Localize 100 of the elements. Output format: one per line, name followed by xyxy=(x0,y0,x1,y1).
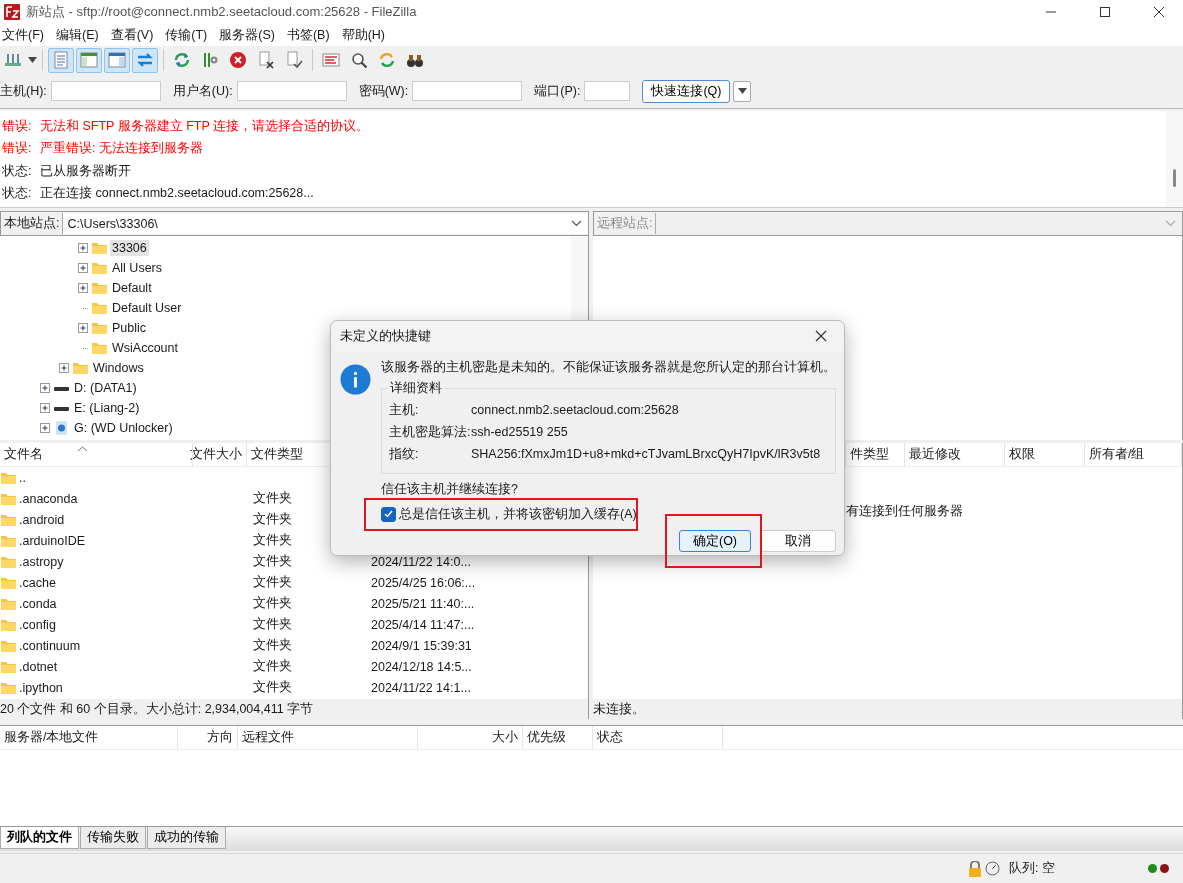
menu-item[interactable]: 传输(T) xyxy=(163,26,214,44)
menu-item[interactable]: 书签(B) xyxy=(284,26,336,44)
column-header[interactable]: 服务器/本地文件 xyxy=(0,726,178,749)
file-type: 文件夹 xyxy=(253,532,292,549)
folder-icon xyxy=(91,341,108,355)
file-name[interactable]: .config xyxy=(19,617,56,632)
tree-item[interactable]: Default xyxy=(110,280,154,296)
column-header[interactable]: 远程文件 xyxy=(238,726,418,749)
dropdown-button[interactable] xyxy=(733,80,752,102)
detail-label: 主机: xyxy=(389,402,420,418)
log-label: 状态: xyxy=(2,185,33,203)
detail-value: SHA256:fXmxJm1D+u8+mkd+cTJvamLBrxcQyH7IpvK/lR3v5t8 xyxy=(471,446,821,462)
path-combobox[interactable]: C:\Users\33306\ xyxy=(62,213,588,234)
file-modified: 2025/5/21 11:40:... xyxy=(371,596,475,611)
column-header[interactable]: 大小 xyxy=(418,726,523,749)
file-name[interactable]: .ipython xyxy=(19,680,63,695)
column-header[interactable]: 所有者/组 xyxy=(1085,443,1182,466)
column-header[interactable]: 方向 xyxy=(178,726,238,749)
file-name[interactable]: .. xyxy=(19,470,26,485)
maximize-icon xyxy=(1100,7,1110,17)
file-type: 文件夹 xyxy=(253,637,292,654)
folder-icon xyxy=(0,533,17,548)
empty-message: 有连接到任何服务器 xyxy=(846,503,963,520)
tree-item[interactable]: Default User xyxy=(110,300,184,316)
folder-icon xyxy=(0,596,17,611)
tree-item[interactable]: Public xyxy=(110,320,149,336)
input-field[interactable] xyxy=(236,81,347,101)
log-label: 错误: xyxy=(2,140,33,158)
dialog-question: 信任该主机并继续连接? xyxy=(381,481,519,497)
tree-item[interactable]: G: (WD Unlocker) xyxy=(72,420,175,436)
status-text: 未连接。 xyxy=(593,700,645,718)
menu-item[interactable]: 文件(F) xyxy=(0,26,50,44)
refresh-icon xyxy=(173,51,191,69)
folder-icon xyxy=(91,241,108,255)
file-name[interactable]: .conda xyxy=(19,596,57,611)
log-message: 无法和 SFTP 服务器建立 FTP 连接，请选择合适的协议。 xyxy=(40,117,369,135)
column-header[interactable]: 件类型 xyxy=(846,443,905,466)
file-name[interactable]: .dotnet xyxy=(19,659,58,674)
tree-item[interactable]: 33306 xyxy=(110,240,149,256)
column-header[interactable]: 优先级 xyxy=(523,726,593,749)
expand-icon[interactable] xyxy=(40,422,51,434)
expand-icon[interactable] xyxy=(78,242,89,254)
folder-icon xyxy=(0,470,17,485)
file-modified: 2025/4/14 11:47:... xyxy=(371,617,475,632)
cancel-icon xyxy=(229,51,247,69)
toolbar-button[interactable] xyxy=(104,47,130,73)
tab[interactable]: 成功的传输 xyxy=(147,827,226,849)
tree-item[interactable]: D: (DATA1) xyxy=(72,380,139,396)
column-header[interactable]: 权限 xyxy=(1005,443,1085,466)
expand-icon[interactable] xyxy=(78,262,89,274)
menu-item[interactable]: 服务器(S) xyxy=(217,26,281,44)
scrollbar[interactable] xyxy=(1166,111,1183,207)
expand-icon[interactable] xyxy=(59,362,70,374)
folder-icon xyxy=(91,321,108,335)
file-type: 文件夹 xyxy=(253,553,292,570)
folder-icon xyxy=(0,512,17,527)
checkbox[interactable] xyxy=(381,506,396,522)
input-field[interactable] xyxy=(50,81,161,101)
close-icon xyxy=(1154,7,1164,17)
group-title: 详细资料 xyxy=(388,380,444,396)
menu-item[interactable]: 查看(V) xyxy=(108,26,160,44)
field-label: 主机(H): xyxy=(0,82,47,100)
tree-item[interactable]: WsiAccount xyxy=(110,340,180,356)
tab[interactable]: 传输失败 xyxy=(80,827,146,849)
caret-icon xyxy=(28,57,37,63)
status-text: 20 个文件 和 60 个目录。大小总计: 2,934,004,411 字节 xyxy=(0,700,314,718)
menu-item[interactable]: 编辑(E) xyxy=(53,26,105,44)
quickconnect-button[interactable]: 快速连接(Q) xyxy=(642,79,731,103)
file-modified: 2024/9/1 15:39:31 xyxy=(371,638,472,653)
remote-site-label: 远程站点: xyxy=(596,215,654,232)
log-label: 错误: xyxy=(2,117,33,135)
tree-item[interactable]: E: (Liang-2) xyxy=(72,400,142,416)
column-header[interactable]: 最近修改 xyxy=(905,443,1005,466)
file-name[interactable]: .continuum xyxy=(19,638,81,653)
input-field[interactable] xyxy=(584,81,631,101)
file-name[interactable]: .anaconda xyxy=(19,491,78,506)
log-message: 已从服务器断开 xyxy=(40,162,131,180)
tree-item[interactable]: All Users xyxy=(110,260,164,276)
folder-icon xyxy=(0,491,17,506)
expand-icon[interactable] xyxy=(40,382,51,394)
menu-item[interactable]: 帮助(H) xyxy=(339,26,391,44)
file-type: 文件夹 xyxy=(253,679,292,696)
transfer-arrows-icon xyxy=(136,51,154,69)
tab[interactable]: 列队的文件 xyxy=(0,827,79,849)
chevron-icon xyxy=(571,220,582,227)
file-name[interactable]: .android xyxy=(19,512,65,527)
ok-button[interactable]: 确定(O) xyxy=(679,530,751,552)
expand-icon[interactable] xyxy=(78,282,89,294)
tree-item[interactable]: Windows xyxy=(91,360,146,376)
expand-icon[interactable] xyxy=(78,322,89,334)
expand-icon[interactable] xyxy=(40,402,51,414)
cancel-button[interactable]: 取消 xyxy=(760,530,836,552)
file-name[interactable]: .astropy xyxy=(19,554,64,569)
field-label: 密码(W): xyxy=(358,82,409,100)
queue-status: 队列: 空 xyxy=(1009,860,1055,877)
file-name[interactable]: .arduinoIDE xyxy=(19,533,85,548)
file-name[interactable]: .cache xyxy=(19,575,56,590)
input-field[interactable] xyxy=(412,81,523,101)
column-header[interactable]: 状态 xyxy=(593,726,723,749)
checkbox-label[interactable]: 总是信任该主机，并将该密钥加入缓存(A) xyxy=(399,506,637,522)
